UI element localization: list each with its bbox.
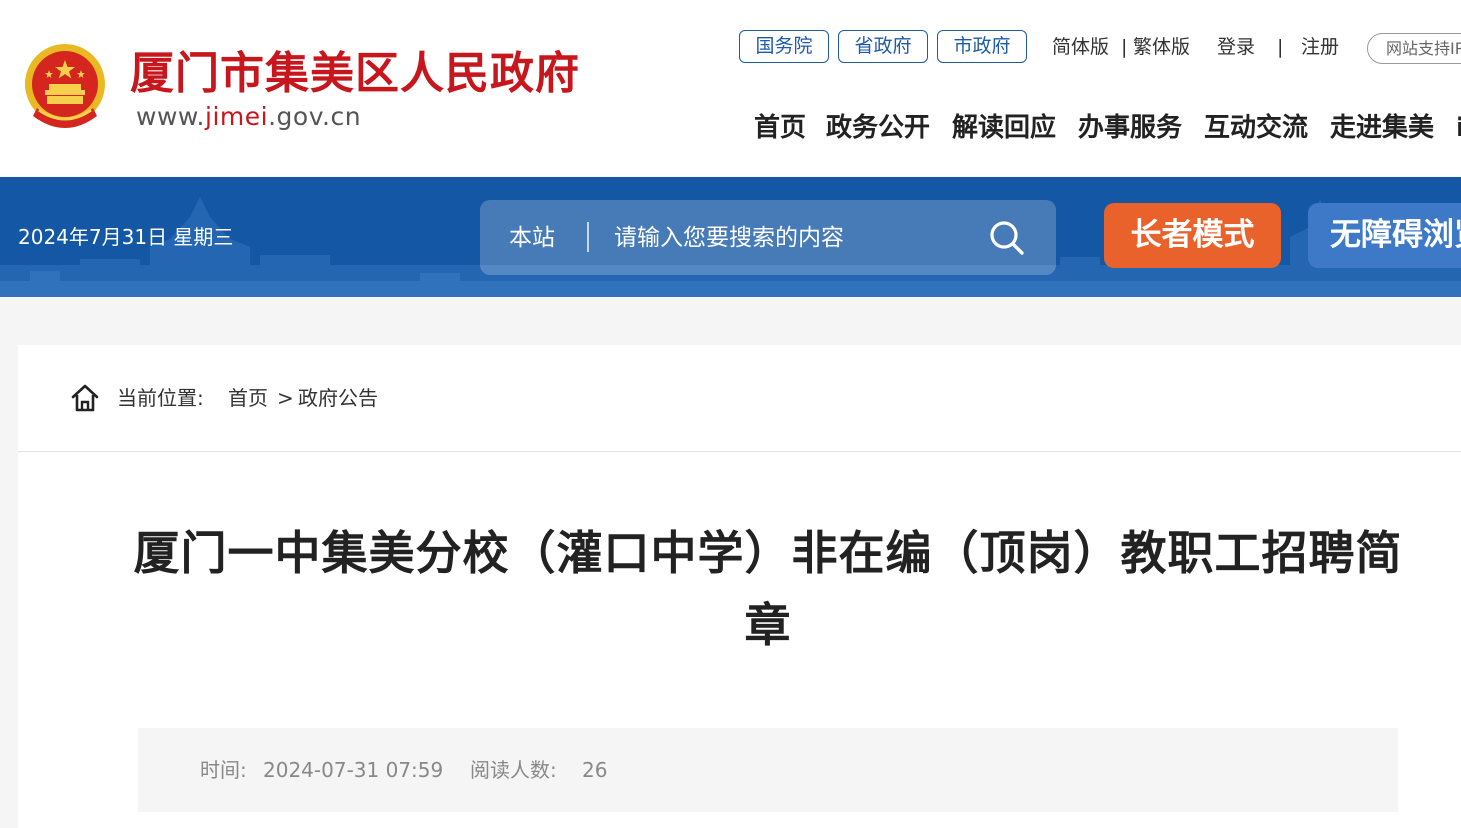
search-input[interactable] (614, 220, 944, 256)
provincial-gov-link[interactable]: 省政府 (838, 30, 928, 63)
site-url: www.jimei.gov.cn (136, 102, 361, 131)
search-icon[interactable] (988, 219, 1026, 257)
article-title: 厦门一中集美分校（灌口中学）非在编（顶岗）教职工招聘简章 (133, 526, 1403, 652)
national-emblem-icon (25, 44, 105, 128)
nav-services[interactable]: 办事服务 (1078, 111, 1182, 145)
current-date: 2024年7月31日 星期三 (18, 225, 234, 249)
site-url-suffix: .gov.cn (268, 102, 362, 131)
read-count-value: 26 (582, 758, 608, 782)
site-header: 厦门市集美区人民政府 www.jimei.gov.cn 国务院 省政府 市政府 … (0, 0, 1461, 177)
nav-interaction[interactable]: 互动交流 (1204, 111, 1308, 145)
nav-home[interactable]: 首页 (754, 111, 806, 145)
search-scope-selector[interactable]: 本站 (509, 223, 555, 253)
breadcrumb: 当前位置: 首页 > 政府公告 (18, 345, 1461, 452)
breadcrumb-home-link[interactable]: 首页 (228, 385, 268, 411)
login-link[interactable]: 登录 (1217, 34, 1255, 60)
breadcrumb-current[interactable]: 政府公告 (298, 385, 378, 411)
article-meta: 时间: 2024-07-31 07:59 阅读人数: 26 (138, 728, 1398, 812)
home-icon (71, 384, 99, 412)
nav-about-jimei[interactable]: 走进集美 (1330, 111, 1434, 145)
accessibility-button[interactable]: 无障碍浏览 (1308, 203, 1461, 268)
nav-interpretation[interactable]: 解读回应 (952, 111, 1056, 145)
ipv6-support-badge: 网站支持IPv6 (1367, 33, 1461, 64)
publish-time-value: 2024-07-31 07:59 (263, 758, 444, 782)
search-banner: 2024年7月31日 星期三 本站 长者模式 无障碍浏览 (0, 177, 1461, 297)
search-box: 本站 (480, 200, 1056, 275)
breadcrumb-label: 当前位置: (117, 386, 204, 410)
site-url-prefix: www. (136, 102, 205, 131)
lang-separator: | (1121, 36, 1128, 58)
search-divider (587, 222, 589, 252)
nav-more[interactable]: i (1456, 111, 1461, 145)
publish-time-label: 时间: (200, 758, 247, 782)
nav-gov-affairs[interactable]: 政务公开 (826, 111, 930, 145)
site-title: 厦门市集美区人民政府 (130, 48, 580, 99)
site-url-highlight: jimei (205, 102, 269, 131)
municipal-gov-link[interactable]: 市政府 (937, 30, 1027, 63)
breadcrumb-separator: > (277, 386, 294, 410)
read-count-label: 阅读人数: (470, 758, 557, 782)
elder-mode-button[interactable]: 长者模式 (1104, 203, 1281, 268)
register-link[interactable]: 注册 (1301, 34, 1339, 60)
traditional-chinese-link[interactable]: 繁体版 (1133, 34, 1190, 60)
simplified-chinese-link[interactable]: 简体版 (1052, 34, 1109, 60)
state-council-link[interactable]: 国务院 (739, 30, 829, 63)
auth-separator: | (1277, 36, 1284, 58)
article-content: 当前位置: 首页 > 政府公告 厦门一中集美分校（灌口中学）非在编（顶岗）教职工… (18, 345, 1461, 828)
